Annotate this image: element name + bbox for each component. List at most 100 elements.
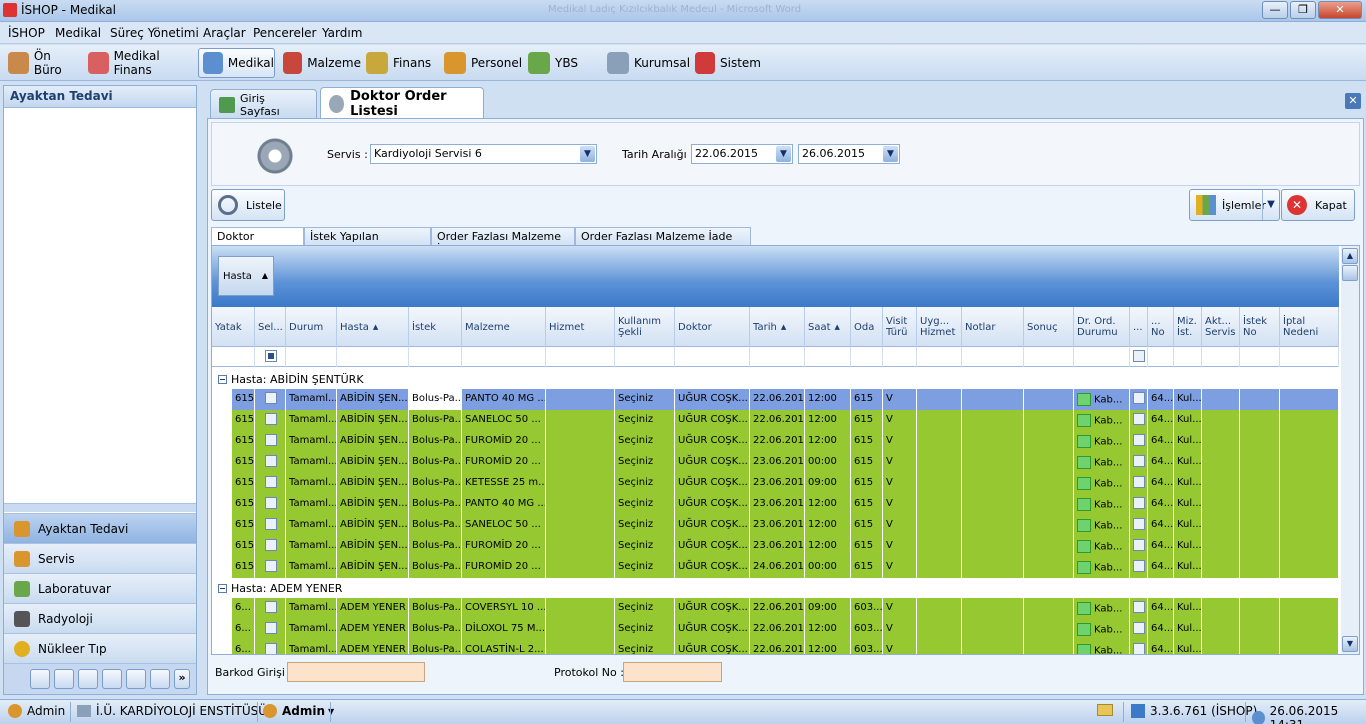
filter-cell[interactable] <box>917 347 962 367</box>
islemler-button[interactable]: İşlemler ▼ <box>1189 189 1280 221</box>
nav-laboratuvar[interactable]: Laboratuvar <box>4 573 196 603</box>
row-checkbox[interactable] <box>264 643 277 654</box>
table-row[interactable]: 6... Tamaml... ADEM YENER Bolus-Pa... COLAST… <box>232 640 1339 654</box>
close-tab-icon[interactable]: ✕ <box>1345 93 1361 109</box>
menu-ishop[interactable]: İSHOP <box>8 26 45 40</box>
row-checkbox[interactable] <box>1133 497 1145 509</box>
column-header[interactable]: ... <box>1130 307 1148 347</box>
filter-cell[interactable] <box>1202 347 1240 367</box>
filter-cell[interactable] <box>1024 347 1074 367</box>
nav-nukleer-tip[interactable]: Nükleer Tıp <box>4 633 196 663</box>
filter-cell[interactable] <box>462 347 546 367</box>
subtab-istek-yapilan-malzemeler[interactable]: İstek Yapılan Malzemeler <box>304 227 431 256</box>
filter-cell[interactable] <box>805 347 851 367</box>
mail-icon[interactable] <box>1097 704 1113 716</box>
close-button[interactable]: ✕ <box>1318 1 1362 19</box>
module-personel[interactable]: Personel <box>440 48 524 78</box>
microscope-icon[interactable] <box>30 669 50 689</box>
row-checkbox[interactable] <box>1133 434 1145 446</box>
vertical-scrollbar[interactable]: ▲ ▼ <box>1341 246 1359 654</box>
table-row[interactable]: 615 Tamaml... ABİDİN ŞEN... Bolus-Pa... PANT… <box>232 389 1339 410</box>
barkod-input[interactable] <box>287 662 425 682</box>
menu-araclar[interactable]: Araçlar <box>203 26 246 40</box>
column-header[interactable]: Notlar <box>962 307 1024 347</box>
column-header[interactable]: Dr. Ord. Durumu <box>1074 307 1130 347</box>
row-checkbox[interactable] <box>1133 392 1145 404</box>
menu-surec-yonetimi[interactable]: Süreç Yönetimi <box>110 26 199 40</box>
nurse-icon[interactable] <box>126 669 146 689</box>
column-header[interactable]: Doktor <box>675 307 750 347</box>
filter-cell[interactable] <box>1280 347 1339 367</box>
row-checkbox[interactable] <box>264 560 277 572</box>
module-malzeme[interactable]: Malzeme <box>279 48 361 78</box>
column-header[interactable]: Hizmet <box>546 307 615 347</box>
column-header[interactable]: Kullanım Şekli <box>615 307 675 347</box>
panel-splitter[interactable] <box>4 503 196 512</box>
filter-cell[interactable] <box>750 347 805 367</box>
group-header[interactable]: Hasta: ABİDİN ŞENTÜRK <box>212 369 1339 389</box>
table-row[interactable]: 6... Tamaml... ADEM YENER Bolus-Pa... COVERS… <box>232 598 1339 619</box>
row-checkbox[interactable] <box>1133 413 1145 425</box>
row-checkbox[interactable] <box>1133 476 1145 488</box>
chevron-down-icon[interactable]: ▼ <box>580 146 595 162</box>
menu-pencereler[interactable]: Pencereler <box>253 26 316 40</box>
filter-cell[interactable] <box>1148 347 1174 367</box>
person-icon[interactable] <box>78 669 98 689</box>
row-checkbox[interactable] <box>264 601 277 613</box>
chevron-down-icon[interactable]: ▼ <box>883 146 898 162</box>
table-row[interactable]: 6... Tamaml... ADEM YENER Bolus-Pa... DİLOXO… <box>232 619 1339 640</box>
more-chevron-icon[interactable]: » <box>174 669 190 689</box>
column-header[interactable]: Tarih ▲ <box>750 307 805 347</box>
subtab-order-fazlasi-malzeme-iade-listesi[interactable]: Order Fazlası Malzeme İade Listesi <box>575 227 751 256</box>
module-medikal-finans[interactable]: Medikal Finans <box>84 48 196 78</box>
row-checkbox[interactable] <box>1133 518 1145 530</box>
tarih-to-input[interactable]: 26.06.2015 ▼ <box>798 144 900 164</box>
doctor-icon[interactable] <box>102 669 122 689</box>
column-header[interactable]: İstek <box>409 307 462 347</box>
filter-cell[interactable] <box>212 347 255 367</box>
scroll-up-icon[interactable]: ▲ <box>1342 248 1358 264</box>
column-header[interactable]: Malzeme <box>462 307 546 347</box>
column-header[interactable]: Hasta ▲ <box>337 307 409 347</box>
column-header[interactable]: Durum <box>286 307 337 347</box>
column-header[interactable]: İstek No <box>1240 307 1280 347</box>
row-checkbox[interactable] <box>264 392 277 404</box>
nav-ayaktan-tedavi[interactable]: Ayaktan Tedavi <box>4 513 196 543</box>
collapse-icon[interactable] <box>218 374 227 384</box>
filter-checkbox[interactable] <box>1133 350 1145 362</box>
filter-cell[interactable] <box>286 347 337 367</box>
table-row[interactable]: 615 Tamaml... ABİDİN ŞEN... Bolus-Pa... PANT… <box>232 494 1339 515</box>
module-on-buro[interactable]: Ön Büro <box>4 48 80 78</box>
row-checkbox[interactable] <box>1133 539 1145 551</box>
column-header[interactable]: Oda <box>851 307 883 347</box>
menu-medikal[interactable]: Medikal <box>55 26 101 40</box>
scroll-down-icon[interactable]: ▼ <box>1342 636 1358 652</box>
filter-cell[interactable] <box>1240 347 1280 367</box>
filter-cell[interactable] <box>883 347 917 367</box>
filter-cell[interactable] <box>851 347 883 367</box>
servis-select[interactable]: Kardiyoloji Servisi 6 ▼ <box>370 144 597 164</box>
row-checkbox[interactable] <box>264 622 277 634</box>
row-checkbox[interactable] <box>1133 622 1145 634</box>
column-header[interactable]: Akt... Servis <box>1202 307 1240 347</box>
column-header[interactable]: İptal Nedeni <box>1280 307 1339 347</box>
subtab-order-fazlasi-malzeme-iade[interactable]: Order Fazlası Malzeme İade <box>431 227 575 256</box>
column-header[interactable]: Yatak <box>212 307 255 347</box>
table-row[interactable]: 615 Tamaml... ABİDİN ŞEN... Bolus-Pa... FURO… <box>232 431 1339 452</box>
table-row[interactable]: 615 Tamaml... ABİDİN ŞEN... Bolus-Pa... FURO… <box>232 452 1339 473</box>
gear-icon[interactable] <box>54 669 74 689</box>
row-checkbox[interactable] <box>264 518 277 530</box>
tab-doktor-order-listesi[interactable]: Doktor Order Listesi <box>320 87 484 119</box>
column-header[interactable]: ... No <box>1148 307 1174 347</box>
filter-cell[interactable] <box>409 347 462 367</box>
filter-cell[interactable] <box>546 347 615 367</box>
column-header[interactable]: Sel... <box>255 307 286 347</box>
filter-checkbox[interactable] <box>264 350 277 362</box>
chevron-down-icon[interactable]: ▼ <box>1262 190 1279 220</box>
filter-cell[interactable] <box>675 347 750 367</box>
row-checkbox[interactable] <box>1133 455 1145 467</box>
module-sistem[interactable]: Sistem <box>691 48 761 78</box>
module-kurumsal[interactable]: Kurumsal <box>603 48 691 78</box>
module-finans[interactable]: Finans <box>362 48 434 78</box>
filter-cell[interactable] <box>1074 347 1130 367</box>
